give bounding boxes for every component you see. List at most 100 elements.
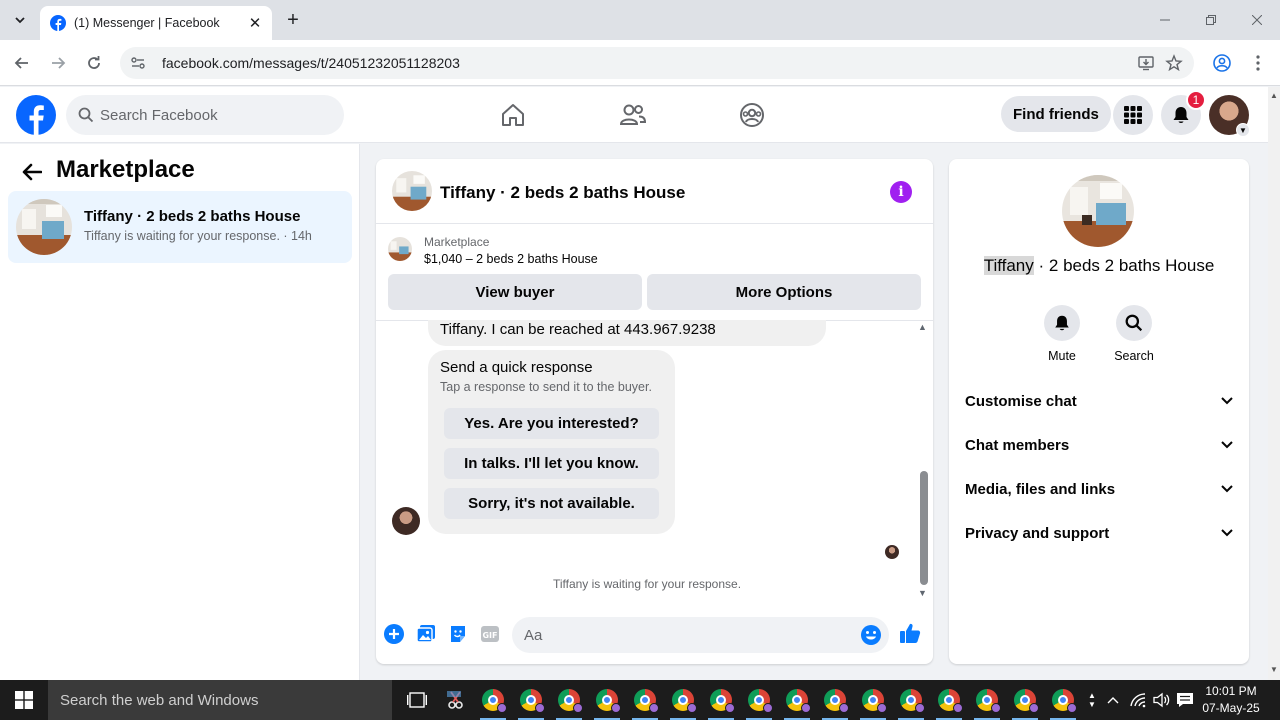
info-icon[interactable]: i xyxy=(890,181,912,203)
wifi-icon[interactable] xyxy=(1126,680,1150,720)
chat-scrollbar-thumb[interactable] xyxy=(920,471,928,585)
thumbs-up-icon[interactable] xyxy=(898,621,922,645)
view-buyer-button[interactable]: View buyer xyxy=(388,274,642,310)
taskbar-search-box[interactable]: Search the web and Windows xyxy=(48,680,392,720)
privacy-support-row[interactable]: Privacy and support xyxy=(965,521,1233,545)
chat-members-row[interactable]: Chat members xyxy=(965,433,1233,457)
bookmark-star-icon[interactable] xyxy=(1160,49,1188,77)
tab-list-chevron-icon[interactable] xyxy=(8,8,32,32)
menu-grid-icon[interactable] xyxy=(1113,95,1153,135)
chrome-icon[interactable] xyxy=(702,680,740,720)
plus-circle-icon[interactable] xyxy=(383,623,405,645)
install-app-icon[interactable] xyxy=(1132,49,1160,77)
clock-date: 07-May-25 xyxy=(1202,701,1260,715)
chrome-icon[interactable] xyxy=(474,680,512,720)
page-scrollbar[interactable]: ▲ ▼ xyxy=(1268,87,1280,680)
customise-chat-row[interactable]: Customise chat xyxy=(965,389,1233,413)
photo-gallery-icon[interactable] xyxy=(415,623,437,645)
chrome-icon[interactable] xyxy=(664,680,702,720)
message-composer: GIF xyxy=(376,614,933,664)
snipping-tool-icon[interactable] xyxy=(436,680,474,720)
quick-response-yes-button[interactable]: Yes. Are you interested? xyxy=(444,408,659,439)
show-hidden-icons-chevron-icon[interactable] xyxy=(1102,680,1124,720)
volume-icon[interactable] xyxy=(1150,680,1174,720)
seen-receipt-avatar xyxy=(885,545,899,559)
quick-response-not-available-button[interactable]: Sorry, it's not available. xyxy=(444,488,659,519)
find-friends-button[interactable]: Find friends xyxy=(1001,96,1111,132)
windows-taskbar: Search the web and Windows ▲ ▼ 10:01 PM … xyxy=(0,680,1280,720)
taskbar-scroll-up-icon[interactable]: ▲ xyxy=(1088,691,1096,700)
page-scroll-down-icon[interactable]: ▼ xyxy=(1270,665,1278,674)
chat-avatar[interactable] xyxy=(392,171,432,211)
message-input[interactable] xyxy=(524,626,844,644)
message-thread: Tiffany. I can be reached at 443.967.923… xyxy=(376,320,933,607)
chrome-icon[interactable] xyxy=(512,680,550,720)
search-icon xyxy=(78,107,94,123)
taskbar-scroll-arrows[interactable]: ▲ ▼ xyxy=(1084,680,1100,720)
restore-icon[interactable] xyxy=(1188,0,1234,40)
chevron-down-icon xyxy=(1221,441,1233,449)
friends-icon[interactable] xyxy=(618,100,648,130)
listing-price-title[interactable]: $1,040 – 2 beds 2 baths House xyxy=(424,252,598,266)
reload-icon[interactable] xyxy=(82,51,106,75)
chrome-icon[interactable] xyxy=(740,680,778,720)
chat-info-avatar[interactable] xyxy=(1062,175,1134,247)
facebook-logo-icon[interactable] xyxy=(16,95,56,135)
chat-title[interactable]: Tiffany · 2 beds 2 baths House xyxy=(440,183,685,203)
home-icon[interactable] xyxy=(498,100,528,130)
listing-thumbnail xyxy=(16,199,72,255)
chat-scroll-up-icon[interactable]: ▲ xyxy=(918,322,927,332)
back-arrow-icon[interactable] xyxy=(20,160,44,184)
action-center-icon[interactable] xyxy=(1173,680,1197,720)
address-bar[interactable]: facebook.com/messages/t/2405123205112820… xyxy=(120,47,1194,79)
close-tab-icon[interactable]: ✕ xyxy=(246,14,264,32)
chrome-icon[interactable] xyxy=(968,680,1006,720)
conversation-list-item[interactable]: Tiffany · 2 beds 2 baths House Tiffany i… xyxy=(8,191,352,263)
emoji-icon[interactable] xyxy=(860,624,882,646)
taskbar-scroll-down-icon[interactable]: ▼ xyxy=(1088,700,1096,709)
quick-response-in-talks-button[interactable]: In talks. I'll let you know. xyxy=(444,448,659,479)
page-scroll-up-icon[interactable]: ▲ xyxy=(1270,91,1278,100)
chrome-icon[interactable] xyxy=(626,680,664,720)
more-options-button[interactable]: More Options xyxy=(647,274,921,310)
forward-arrow-icon[interactable] xyxy=(46,51,70,75)
site-settings-icon[interactable] xyxy=(124,49,152,77)
chrome-icon[interactable] xyxy=(816,680,854,720)
taskbar-clock[interactable]: 10:01 PM 07-May-25 xyxy=(1196,683,1266,717)
sidebar-title: Marketplace xyxy=(56,156,195,183)
mute-action[interactable]: Mute xyxy=(1032,305,1092,363)
conversation-name: Tiffany · 2 beds 2 baths House xyxy=(84,208,301,225)
chrome-icon[interactable] xyxy=(778,680,816,720)
chrome-icon[interactable] xyxy=(930,680,968,720)
facebook-search-box[interactable] xyxy=(66,95,344,135)
search-icon[interactable] xyxy=(1116,305,1152,341)
chat-scroll-down-icon[interactable]: ▼ xyxy=(918,588,927,598)
groups-icon[interactable] xyxy=(737,100,767,130)
new-tab-plus-icon[interactable]: + xyxy=(282,9,304,31)
browser-menu-icon[interactable] xyxy=(1246,51,1270,75)
facebook-search-input[interactable] xyxy=(100,106,320,124)
message-input-box[interactable] xyxy=(512,617,889,653)
chrome-icon[interactable] xyxy=(588,680,626,720)
sender-avatar[interactable] xyxy=(392,507,420,535)
gif-icon[interactable]: GIF xyxy=(479,623,501,645)
minimize-icon[interactable] xyxy=(1142,0,1188,40)
chrome-icon[interactable] xyxy=(1044,680,1082,720)
back-arrow-icon[interactable] xyxy=(10,51,34,75)
search-action[interactable]: Search xyxy=(1104,305,1164,363)
chrome-icon[interactable] xyxy=(1006,680,1044,720)
section-label: Customise chat xyxy=(965,392,1077,410)
browser-tab-messenger[interactable]: (1) Messenger | Facebook ✕ xyxy=(40,6,272,40)
account-chevron-down-icon[interactable]: ▼ xyxy=(1236,123,1250,137)
chrome-icon[interactable] xyxy=(854,680,892,720)
chrome-icon[interactable] xyxy=(892,680,930,720)
bell-icon[interactable] xyxy=(1044,305,1080,341)
profile-icon[interactable] xyxy=(1210,51,1234,75)
close-window-icon[interactable] xyxy=(1234,0,1280,40)
media-files-links-row[interactable]: Media, files and links xyxy=(965,477,1233,501)
chrome-icon[interactable] xyxy=(550,680,588,720)
task-view-icon[interactable] xyxy=(398,680,436,720)
section-label: Media, files and links xyxy=(965,480,1116,498)
sticker-icon[interactable] xyxy=(447,623,469,645)
windows-start-icon[interactable] xyxy=(0,680,48,720)
